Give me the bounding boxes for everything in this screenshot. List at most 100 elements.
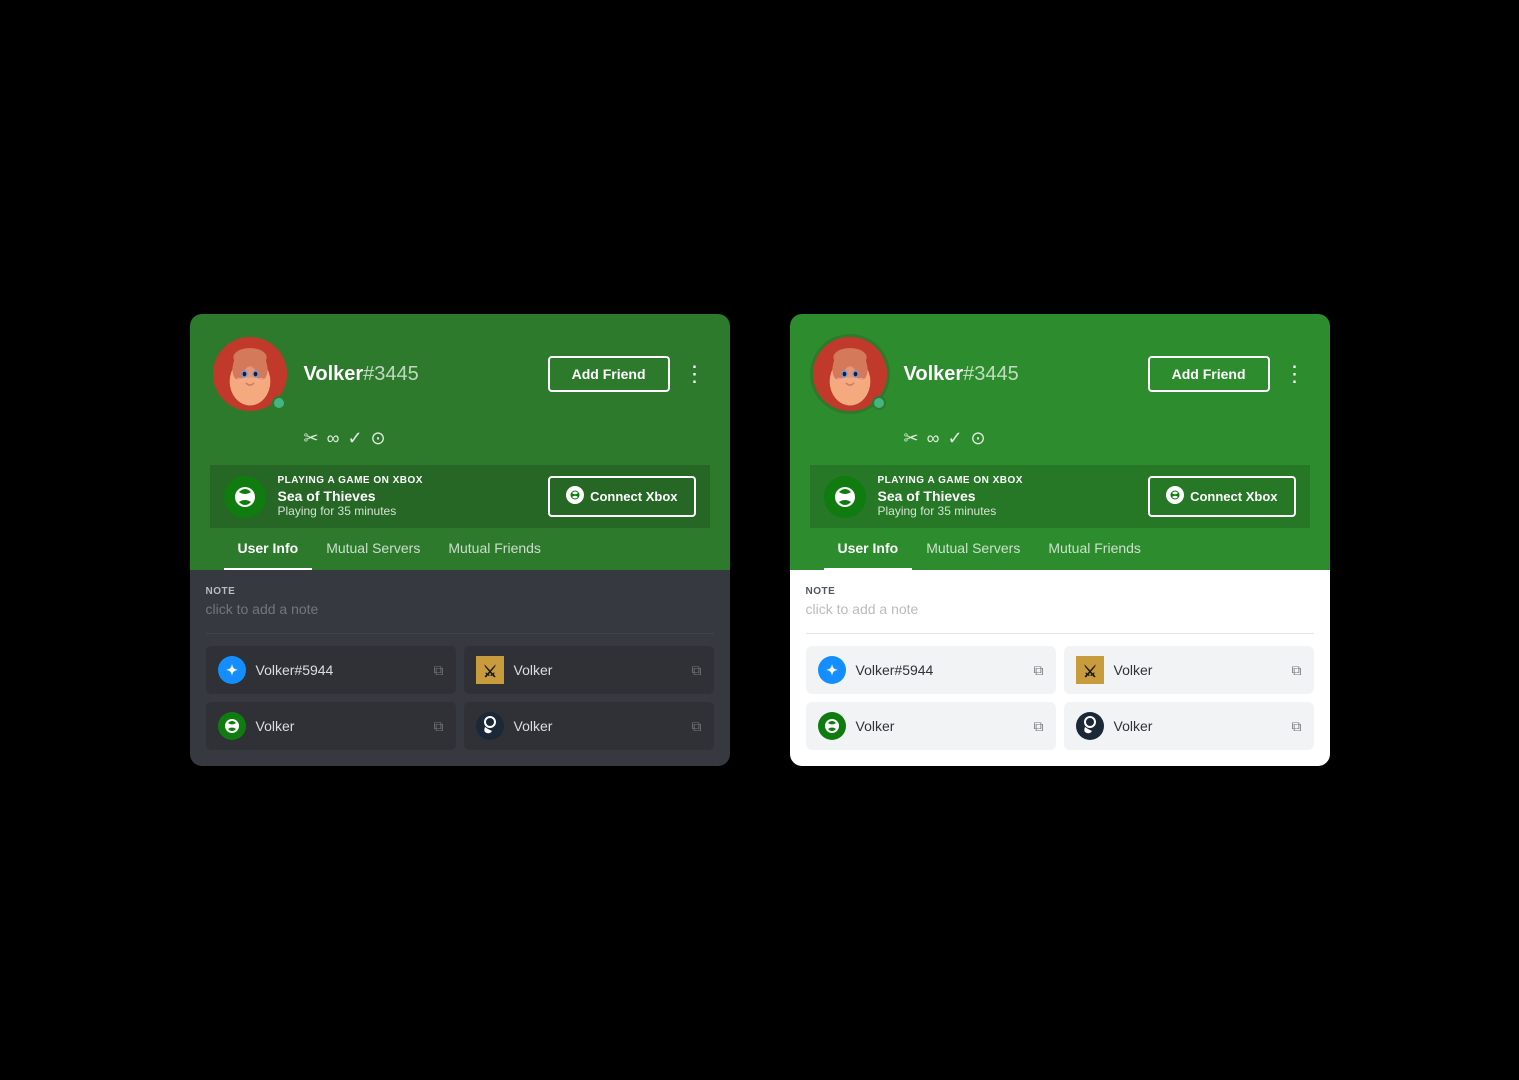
game-activity: PLAYING A GAME ON XBOX Sea of Thieves Pl… — [210, 465, 710, 528]
more-options-button[interactable]: ⋮ — [680, 363, 710, 385]
header-top: Volker#3445 Add Friend ⋮ — [210, 334, 710, 414]
game-info: PLAYING A GAME ON XBOX Sea of Thieves Pl… — [878, 475, 1023, 518]
badge-check-icon: ✓ — [347, 428, 362, 449]
connection-username: Volker#5944 — [256, 662, 334, 678]
svg-text:✦: ✦ — [826, 662, 838, 678]
add-friend-button[interactable]: Add Friend — [548, 356, 670, 392]
card-header: Volker#3445 Add Friend ⋮ ✂ ∞ ✓ ⊙ — [190, 314, 730, 570]
connection-left: Volker — [818, 712, 895, 740]
xbox-button-icon — [1166, 486, 1184, 507]
online-status-dot — [272, 396, 286, 410]
tab-mutual-friends[interactable]: Mutual Friends — [434, 528, 555, 570]
xbox-icon — [218, 712, 246, 740]
connection-username: Volker — [514, 718, 553, 734]
header-actions: Add Friend ⋮ — [548, 356, 710, 392]
divider — [206, 633, 714, 634]
game-info: PLAYING A GAME ON XBOX Sea of Thieves Pl… — [278, 475, 423, 518]
discriminator: #3445 — [963, 363, 1019, 386]
note-label: NOTE — [206, 586, 714, 597]
connection-left: Volker — [218, 712, 295, 740]
external-link-icon: ⧉ — [1292, 718, 1302, 735]
connection-item-steam[interactable]: Volker ⧉ — [1064, 702, 1314, 750]
badge-circle-icon: ⊙ — [371, 428, 386, 449]
username: Volker — [304, 363, 364, 386]
connection-left: Volker — [476, 712, 553, 740]
svg-text:✦: ✦ — [226, 662, 238, 678]
game-activity-left: PLAYING A GAME ON XBOX Sea of Thieves Pl… — [824, 475, 1023, 518]
connection-username: Volker — [1114, 662, 1153, 678]
avatar — [810, 334, 890, 414]
badge-infinity-icon: ∞ — [927, 428, 940, 449]
connection-username: Volker — [514, 662, 553, 678]
tab-mutual-friends[interactable]: Mutual Friends — [1034, 528, 1155, 570]
badge-check-icon: ✓ — [947, 428, 962, 449]
connection-item-steam[interactable]: Volker ⧉ — [464, 702, 714, 750]
connections-grid: ✦ Volker#5944 ⧉ ⚔ Volker ⧉ — [206, 646, 714, 750]
tab-mutual-servers[interactable]: Mutual Servers — [312, 528, 434, 570]
battlenet-icon: ✦ — [818, 656, 846, 684]
external-link-icon: ⧉ — [1034, 718, 1044, 735]
connection-item-xbox[interactable]: Volker ⧉ — [206, 702, 456, 750]
external-link-icon: ⧉ — [1292, 662, 1302, 679]
external-link-icon: ⧉ — [1034, 662, 1044, 679]
connection-left: ✦ Volker#5944 — [218, 656, 334, 684]
activity-label: PLAYING A GAME ON XBOX — [878, 475, 1023, 486]
badge-tools-icon: ✂ — [304, 428, 319, 449]
note-section: NOTE click to add a note — [806, 586, 1314, 634]
game-icon — [224, 476, 266, 518]
tab-user-info[interactable]: User Info — [824, 528, 913, 570]
connect-xbox-button[interactable]: Connect Xbox — [548, 476, 695, 517]
tabs: User Info Mutual Servers Mutual Friends — [210, 528, 710, 570]
header-actions: Add Friend ⋮ — [1148, 356, 1310, 392]
tab-user-info[interactable]: User Info — [224, 528, 313, 570]
username: Volker — [904, 363, 964, 386]
connection-item-lol[interactable]: ⚔ Volker ⧉ — [464, 646, 714, 694]
note-label: NOTE — [806, 586, 1314, 597]
connection-item-xbox[interactable]: Volker ⧉ — [806, 702, 1056, 750]
connection-left: ⚔ Volker — [476, 656, 553, 684]
connection-username: Volker#5944 — [856, 662, 934, 678]
note-input[interactable]: click to add a note — [806, 601, 1314, 617]
divider — [806, 633, 1314, 634]
connection-username: Volker — [256, 718, 295, 734]
avatar — [210, 334, 290, 414]
more-options-button[interactable]: ⋮ — [1280, 363, 1310, 385]
badge-tools-icon: ✂ — [904, 428, 919, 449]
badges-row: ✂ ∞ ✓ ⊙ — [904, 428, 1310, 449]
online-status-dot — [872, 396, 886, 410]
badges-row: ✂ ∞ ✓ ⊙ — [304, 428, 710, 449]
external-link-icon: ⧉ — [434, 718, 444, 735]
connection-left: ✦ Volker#5944 — [818, 656, 934, 684]
svg-text:⚔: ⚔ — [1082, 664, 1096, 681]
xbox-icon — [818, 712, 846, 740]
game-duration: Playing for 35 minutes — [878, 504, 1023, 518]
steam-icon — [476, 712, 504, 740]
game-activity: PLAYING A GAME ON XBOX Sea of Thieves Pl… — [810, 465, 1310, 528]
game-duration: Playing for 35 minutes — [278, 504, 423, 518]
header-top: Volker#3445 Add Friend ⋮ — [810, 334, 1310, 414]
connect-xbox-button[interactable]: Connect Xbox — [1148, 476, 1295, 517]
add-friend-button[interactable]: Add Friend — [1148, 356, 1270, 392]
game-icon — [824, 476, 866, 518]
profile-card-dark: Volker#3445 Add Friend ⋮ ✂ ∞ ✓ ⊙ — [190, 314, 730, 766]
connection-item-battlenet[interactable]: ✦ Volker#5944 ⧉ — [806, 646, 1056, 694]
note-input[interactable]: click to add a note — [206, 601, 714, 617]
external-link-icon: ⧉ — [434, 662, 444, 679]
svg-text:⚔: ⚔ — [482, 664, 496, 681]
connection-username: Volker — [856, 718, 895, 734]
lol-icon: ⚔ — [1076, 656, 1104, 684]
connections-grid: ✦ Volker#5944 ⧉ ⚔ Volker ⧉ — [806, 646, 1314, 750]
tab-mutual-servers[interactable]: Mutual Servers — [912, 528, 1034, 570]
username-row: Volker#3445 — [304, 363, 419, 386]
profile-card-light: Volker#3445 Add Friend ⋮ ✂ ∞ ✓ ⊙ — [790, 314, 1330, 766]
connection-item-battlenet[interactable]: ✦ Volker#5944 ⧉ — [206, 646, 456, 694]
activity-label: PLAYING A GAME ON XBOX — [278, 475, 423, 486]
game-activity-left: PLAYING A GAME ON XBOX Sea of Thieves Pl… — [224, 475, 423, 518]
connection-item-lol[interactable]: ⚔ Volker ⧉ — [1064, 646, 1314, 694]
battlenet-icon: ✦ — [218, 656, 246, 684]
connection-username: Volker — [1114, 718, 1153, 734]
connection-left: Volker — [1076, 712, 1153, 740]
badge-infinity-icon: ∞ — [327, 428, 340, 449]
tabs: User Info Mutual Servers Mutual Friends — [810, 528, 1310, 570]
steam-icon — [1076, 712, 1104, 740]
